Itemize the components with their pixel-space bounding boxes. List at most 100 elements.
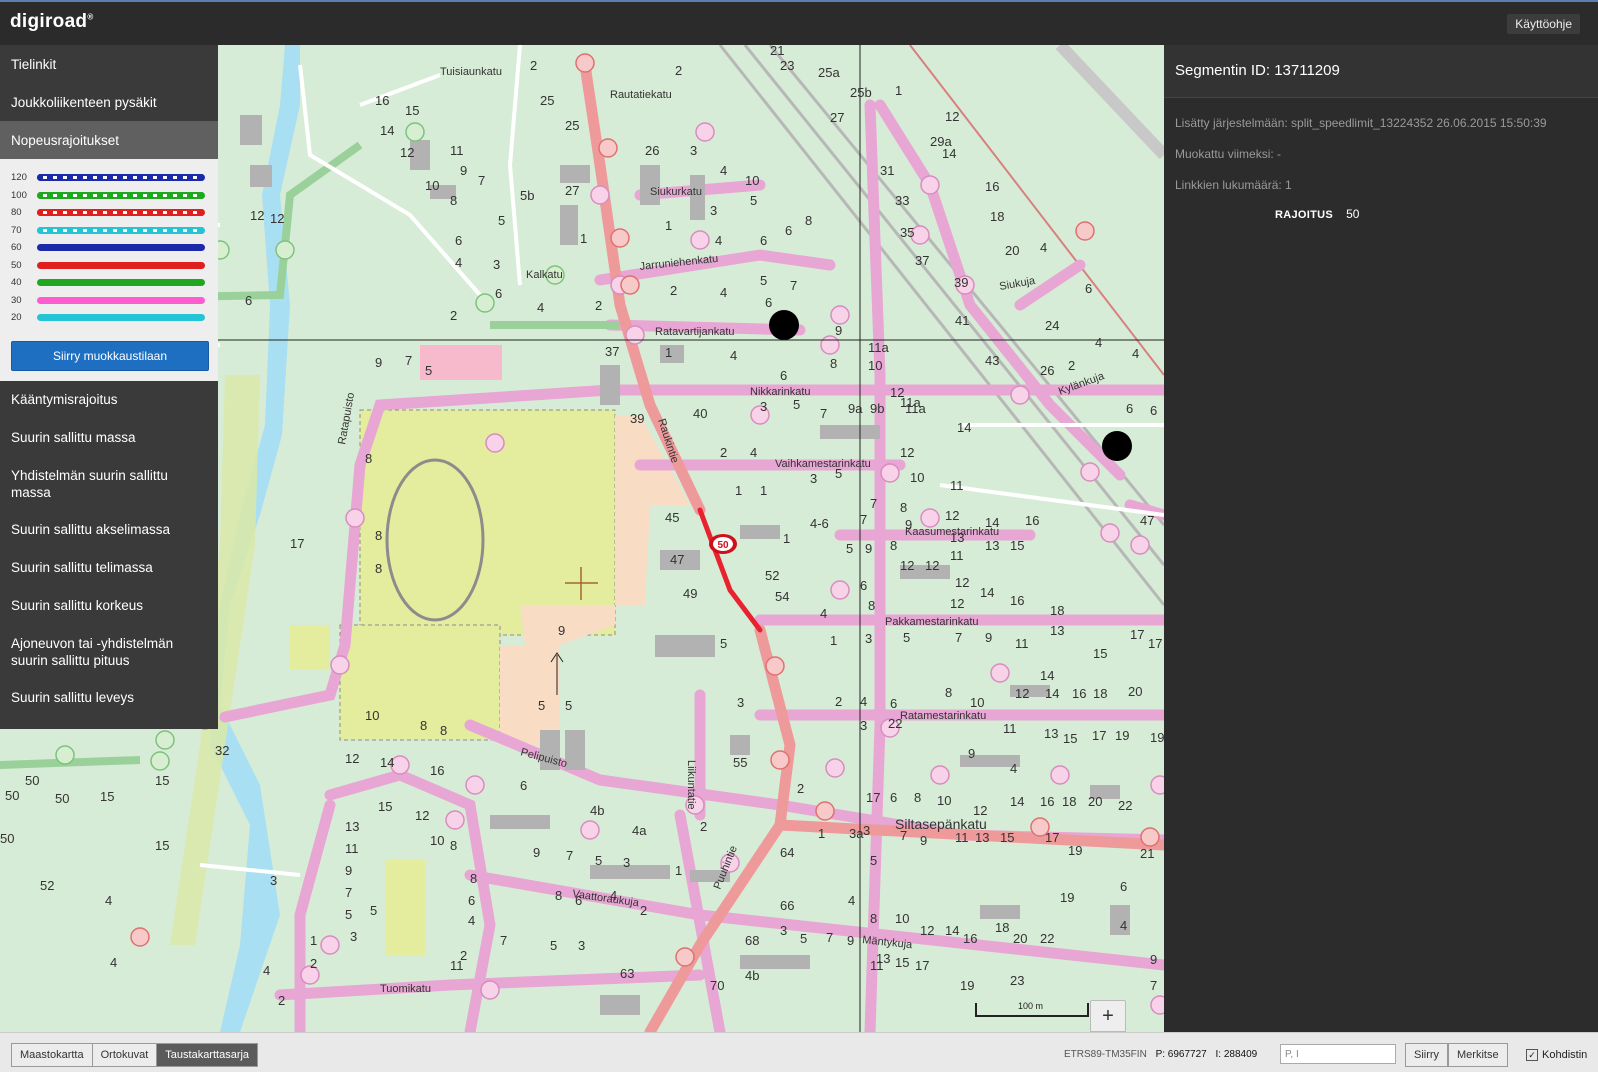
svg-text:50: 50 <box>0 831 14 846</box>
menu-yhdistelman-massa[interactable]: Yhdistelmän suurin sallittu massa <box>0 457 218 511</box>
app-logo: digiroad® <box>10 11 94 32</box>
svg-text:7: 7 <box>860 512 867 527</box>
svg-text:4: 4 <box>848 893 855 908</box>
svg-text:27: 27 <box>565 183 579 198</box>
svg-text:8: 8 <box>805 213 812 228</box>
svg-text:14: 14 <box>980 585 994 600</box>
go-button[interactable]: Siirry <box>1405 1043 1449 1067</box>
svg-text:50: 50 <box>717 540 729 551</box>
svg-text:9: 9 <box>847 933 854 948</box>
svg-text:12: 12 <box>400 145 414 160</box>
legend-row: 120 <box>11 169 207 187</box>
svg-text:4: 4 <box>720 285 727 300</box>
segment-start-marker[interactable] <box>769 310 799 340</box>
svg-text:11: 11 <box>345 841 359 856</box>
svg-text:6: 6 <box>890 696 897 711</box>
svg-text:4: 4 <box>720 163 727 178</box>
svg-text:12: 12 <box>973 803 987 818</box>
svg-text:8: 8 <box>450 838 457 853</box>
svg-text:6: 6 <box>575 893 582 908</box>
svg-text:5: 5 <box>870 853 877 868</box>
svg-text:4: 4 <box>860 694 867 709</box>
svg-text:4b: 4b <box>590 803 604 818</box>
svg-text:1: 1 <box>675 863 682 878</box>
svg-text:4: 4 <box>730 348 737 363</box>
menu-tielinkit[interactable]: Tielinkit <box>0 45 218 83</box>
svg-text:5: 5 <box>550 938 557 953</box>
help-button[interactable]: Käyttöohje <box>1507 14 1580 34</box>
menu-akselimassa[interactable]: Suurin sallittu akselimassa <box>0 511 218 549</box>
svg-text:3: 3 <box>760 399 767 414</box>
svg-text:14: 14 <box>380 123 394 138</box>
svg-text:5b: 5b <box>520 188 534 203</box>
svg-text:16: 16 <box>1010 593 1024 608</box>
modified-info: Muokattu viimeksi: - <box>1175 147 1282 161</box>
menu-pituus[interactable]: Ajoneuvon tai -yhdistelmän suurin sallit… <box>0 625 218 679</box>
svg-text:7: 7 <box>955 630 962 645</box>
svg-text:10: 10 <box>430 833 444 848</box>
svg-text:9: 9 <box>905 517 912 532</box>
svg-text:4: 4 <box>468 913 475 928</box>
svg-text:2: 2 <box>450 308 457 323</box>
p-coordinate: P: 6967727 <box>1155 1049 1207 1060</box>
basemap-taustakarttasarja[interactable]: Taustakarttasarja <box>157 1043 259 1067</box>
segment-end-marker[interactable] <box>1102 431 1132 461</box>
coordinate-search-input[interactable]: P, I <box>1280 1044 1396 1064</box>
menu-kaantymisrajoitus[interactable]: Kääntymisrajoitus <box>0 381 218 419</box>
svg-text:35: 35 <box>900 225 914 240</box>
menu-korkeus[interactable]: Suurin sallittu korkeus <box>0 587 218 625</box>
basemap-ortokuvat[interactable]: Ortokuvat <box>92 1043 158 1067</box>
legend-label: 20 <box>11 312 22 324</box>
enter-edit-mode-button[interactable]: Siirry muokkaustilaan <box>11 340 209 371</box>
menu-suurin-sallittu-massa[interactable]: Suurin sallittu massa <box>0 419 218 457</box>
svg-text:6: 6 <box>1150 403 1157 418</box>
svg-text:16: 16 <box>1025 513 1039 528</box>
zoom-in-button[interactable]: + <box>1091 1001 1125 1031</box>
svg-text:16: 16 <box>1072 686 1086 701</box>
svg-text:17: 17 <box>1148 636 1162 651</box>
svg-text:5: 5 <box>800 931 807 946</box>
svg-text:8: 8 <box>900 500 907 515</box>
svg-text:13: 13 <box>975 830 989 845</box>
legend-label: 120 <box>11 172 27 184</box>
svg-text:9: 9 <box>985 630 992 645</box>
checkbox-checked-icon[interactable]: ✓ <box>1526 1049 1538 1061</box>
svg-text:2: 2 <box>1068 358 1075 373</box>
legend-label: 50 <box>11 259 22 271</box>
menu-telimassa[interactable]: Suurin sallittu telimassa <box>0 549 218 587</box>
svg-text:9: 9 <box>460 163 467 178</box>
svg-text:6: 6 <box>468 893 475 908</box>
svg-text:4: 4 <box>1040 240 1047 255</box>
svg-text:2: 2 <box>675 63 682 78</box>
svg-text:41: 41 <box>955 313 969 328</box>
speed-limit-field: RAJOITUS 50 <box>1164 207 1598 221</box>
svg-text:22: 22 <box>888 716 902 731</box>
svg-text:1: 1 <box>783 531 790 546</box>
svg-text:49: 49 <box>683 586 697 601</box>
menu-joukkoliikenteen-pysakit[interactable]: Joukkoliikenteen pysäkit <box>0 83 218 121</box>
mark-button[interactable]: Merkitse <box>1448 1043 1508 1067</box>
svg-text:15: 15 <box>100 789 114 804</box>
menu-leveys[interactable]: Suurin sallittu leveys <box>0 679 218 717</box>
svg-text:9: 9 <box>920 833 927 848</box>
svg-text:8: 8 <box>375 561 382 576</box>
svg-text:55: 55 <box>733 755 747 770</box>
svg-text:2: 2 <box>640 903 647 918</box>
menu-nopeusrajoitukset[interactable]: Nopeusrajoitukset <box>0 121 218 159</box>
crosshair-label: Kohdistin <box>1542 1049 1588 1061</box>
svg-text:6: 6 <box>760 233 767 248</box>
crosshair-toggle[interactable]: ✓ Kohdistin <box>1526 1049 1587 1061</box>
crs-label: ETRS89-TM35FIN <box>1064 1049 1147 1060</box>
svg-text:11: 11 <box>870 958 884 973</box>
basemap-maastokartta[interactable]: Maastokartta <box>11 1043 93 1067</box>
svg-text:13: 13 <box>950 530 964 545</box>
svg-text:Siltasepänkatu: Siltasepänkatu <box>895 816 987 832</box>
svg-text:7: 7 <box>500 933 507 948</box>
svg-text:Ratapuisto: Ratapuisto <box>336 392 357 446</box>
svg-text:27: 27 <box>830 110 844 125</box>
svg-text:Tuisiaunkatu: Tuisiaunkatu <box>440 66 502 78</box>
segment-title: Segmentin ID: 13711209 <box>1164 45 1598 98</box>
selected-speed-badge[interactable]: 50 <box>709 534 737 554</box>
svg-text:12: 12 <box>900 445 914 460</box>
layer-menu: Tielinkit Joukkoliikenteen pysäkit Nopeu… <box>0 45 218 729</box>
